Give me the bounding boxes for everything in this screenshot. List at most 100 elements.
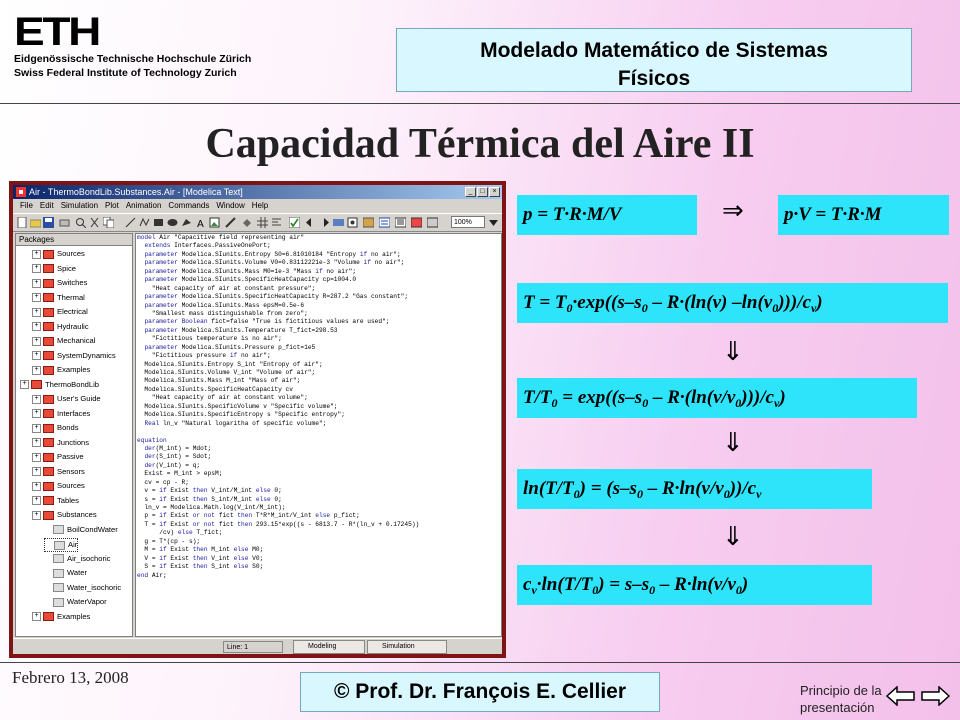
home-link[interactable]: Principio de la presentación — [800, 682, 888, 716]
tree-item[interactable]: BoilCondWater — [44, 524, 118, 536]
tree-item[interactable]: + SystemDynamics — [32, 350, 116, 362]
expand-toggle-icon[interactable]: + — [32, 351, 41, 360]
menu-help[interactable]: Help — [252, 201, 268, 210]
tree-item[interactable]: + Hydraulic — [32, 321, 89, 333]
grid-icon[interactable] — [257, 217, 268, 228]
new-file-icon[interactable] — [17, 217, 28, 228]
next-arrow-icon[interactable] — [920, 686, 950, 706]
copy-icon[interactable] — [103, 217, 114, 228]
tree-item[interactable]: Air — [44, 538, 79, 552]
rectangle-tool-icon[interactable] — [153, 217, 164, 228]
menu-plot[interactable]: Plot — [105, 201, 119, 210]
minimize-button[interactable]: _ — [465, 187, 476, 197]
diagram-layer-icon[interactable] — [333, 217, 344, 228]
tab-modeling[interactable]: Modeling — [293, 640, 365, 654]
ellipse-tool-icon[interactable] — [167, 217, 178, 228]
expand-toggle-icon[interactable]: + — [32, 307, 41, 317]
fill-color-icon[interactable] — [241, 217, 252, 228]
tree-item[interactable]: + Examples — [32, 364, 90, 376]
expand-toggle-icon[interactable] — [44, 598, 51, 606]
align-icon[interactable] — [271, 217, 282, 228]
expand-toggle-icon[interactable]: + — [32, 365, 41, 375]
icon-layer-icon[interactable] — [363, 217, 374, 228]
component-icon[interactable] — [347, 217, 358, 228]
menu-window[interactable]: Window — [216, 201, 244, 210]
expand-toggle-icon[interactable] — [45, 541, 52, 549]
tree-item[interactable]: + Sources — [32, 248, 85, 260]
tree-item[interactable]: + User's Guide — [32, 393, 101, 405]
expand-toggle-icon[interactable]: + — [32, 249, 41, 259]
expand-toggle-icon[interactable] — [44, 526, 51, 533]
code-text[interactable]: model Air "Capacitive field representing… — [137, 234, 419, 580]
previous-arrow-icon[interactable] — [886, 686, 916, 706]
expand-toggle-icon[interactable]: + — [20, 380, 29, 389]
expand-toggle-icon[interactable] — [44, 584, 51, 591]
polygon-tool-icon[interactable] — [181, 217, 192, 228]
search-icon[interactable] — [75, 217, 86, 228]
line-tool-icon[interactable] — [125, 217, 136, 228]
tree-item[interactable]: + Mechanical — [32, 335, 95, 347]
text-tool-icon[interactable]: A — [195, 217, 206, 228]
bitmap-tool-icon[interactable] — [209, 217, 220, 228]
polyline-tool-icon[interactable] — [139, 217, 150, 228]
tree-item[interactable]: WaterVapor — [44, 596, 107, 608]
expand-toggle-icon[interactable]: + — [32, 438, 41, 447]
expand-toggle-icon[interactable]: + — [32, 481, 41, 491]
text-layer-icon[interactable] — [395, 217, 406, 228]
expand-toggle-icon[interactable] — [44, 569, 51, 577]
window-titlebar[interactable]: Air - ThermoBondLib.Substances.Air - [Mo… — [13, 185, 502, 199]
expand-toggle-icon[interactable]: + — [32, 293, 41, 302]
maximize-button[interactable]: □ — [477, 187, 488, 197]
tree-item[interactable]: + Electrical — [32, 306, 88, 318]
zoom-select[interactable]: 100% — [451, 216, 485, 228]
expand-toggle-icon[interactable]: + — [32, 452, 41, 462]
line-color-icon[interactable] — [225, 217, 236, 228]
tab-simulation[interactable]: Simulation — [367, 640, 447, 654]
open-folder-icon[interactable] — [30, 217, 41, 228]
check-icon[interactable] — [289, 217, 300, 228]
tree-item[interactable]: + ThermoBondLib — [20, 379, 99, 391]
menu-edit[interactable]: Edit — [40, 201, 54, 210]
tree-item[interactable]: + Junctions — [32, 437, 89, 449]
expand-toggle-icon[interactable]: + — [32, 423, 41, 433]
expand-toggle-icon[interactable]: + — [32, 612, 41, 621]
menu-animation[interactable]: Animation — [126, 201, 162, 210]
expand-toggle-icon[interactable]: + — [32, 496, 41, 505]
tree-item[interactable]: + Substances — [32, 509, 97, 521]
back-arrow-icon[interactable] — [305, 217, 316, 228]
tree-item[interactable]: Water_isochoric — [44, 582, 121, 594]
print-icon[interactable] — [59, 217, 70, 228]
tree-item[interactable]: + Tables — [32, 495, 79, 507]
tree-item[interactable]: + Examples — [32, 611, 90, 623]
tree-item[interactable]: + Sources — [32, 480, 85, 492]
tree-item[interactable]: + Spice — [32, 263, 76, 275]
modelica-text-editor[interactable]: model Air "Capacitive field representing… — [135, 233, 502, 637]
equation-layer-icon[interactable] — [411, 217, 422, 228]
expand-toggle-icon[interactable] — [44, 555, 51, 562]
tree-item[interactable]: + Passive — [32, 451, 84, 463]
tree-item[interactable]: + Sensors — [32, 466, 85, 478]
close-button[interactable]: × — [489, 187, 500, 197]
tree-item[interactable]: + Bonds — [32, 422, 79, 434]
forward-arrow-icon[interactable] — [319, 217, 330, 228]
tree-item[interactable]: + Switches — [32, 277, 87, 289]
expand-toggle-icon[interactable]: + — [32, 322, 41, 331]
expand-toggle-icon[interactable]: + — [32, 394, 41, 404]
expand-toggle-icon[interactable]: + — [32, 336, 41, 346]
tree-item[interactable]: Water — [44, 567, 87, 579]
expand-toggle-icon[interactable]: + — [32, 510, 41, 520]
tree-item[interactable]: + Thermal — [32, 292, 85, 304]
tree-item[interactable]: + Interfaces — [32, 408, 90, 420]
zoom-dropdown-icon[interactable] — [488, 217, 499, 228]
expand-toggle-icon[interactable]: + — [32, 264, 41, 273]
find-icon[interactable] — [427, 217, 438, 228]
menu-file[interactable]: File — [20, 201, 33, 210]
expand-toggle-icon[interactable]: + — [32, 467, 41, 476]
tree-item[interactable]: Air_isochoric — [44, 553, 110, 565]
expand-toggle-icon[interactable]: + — [32, 409, 41, 418]
menu-simulation[interactable]: Simulation — [61, 201, 98, 210]
menu-commands[interactable]: Commands — [168, 201, 209, 210]
documentation-icon[interactable] — [379, 217, 390, 228]
save-icon[interactable] — [43, 217, 54, 228]
expand-toggle-icon[interactable]: + — [32, 278, 41, 288]
